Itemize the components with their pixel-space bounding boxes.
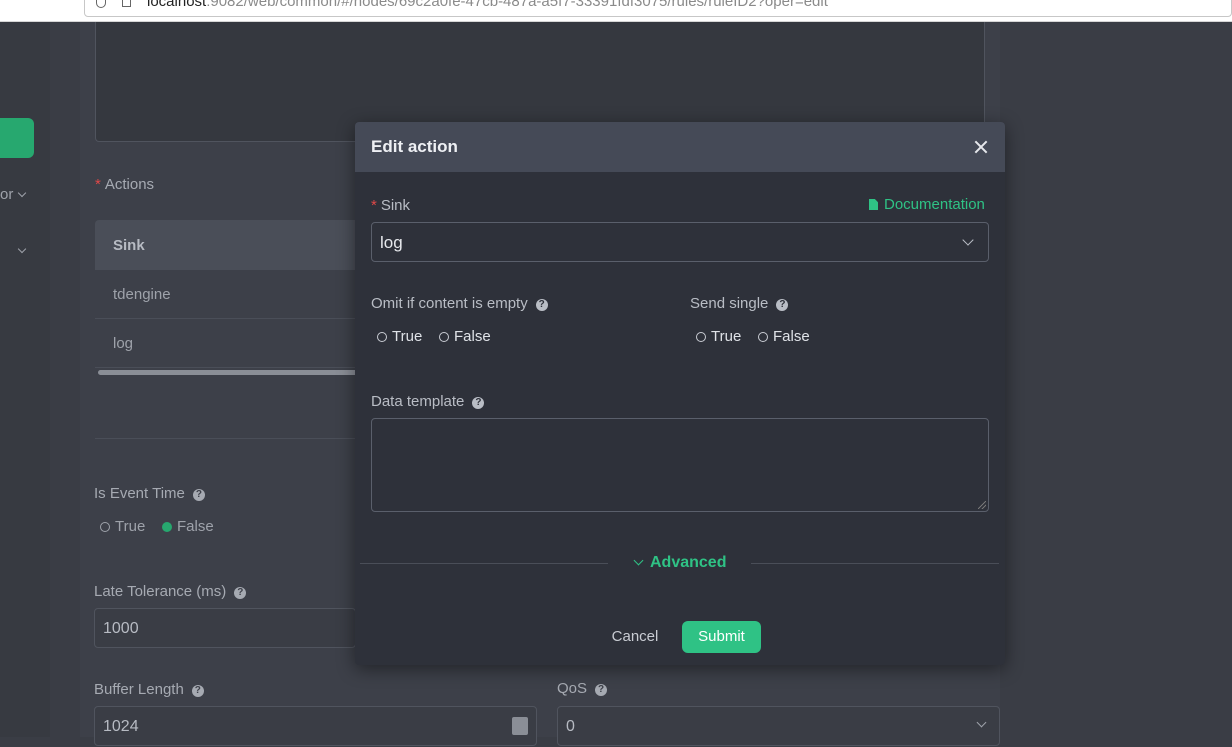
submit-button[interactable]: Submit (682, 621, 761, 653)
stepper-icon[interactable] (512, 717, 528, 735)
data-template-textarea[interactable] (371, 418, 989, 512)
help-icon[interactable]: ? (776, 299, 789, 311)
late-tolerance-label: Late Tolerance (ms)? (94, 583, 247, 600)
divider (95, 438, 355, 439)
buffer-length-label: Buffer Length? (94, 681, 204, 698)
event-time-true-radio[interactable]: True (100, 518, 145, 535)
help-icon[interactable]: ? (535, 299, 548, 311)
help-icon[interactable]: ? (472, 397, 485, 409)
chevron-down-icon (633, 555, 644, 566)
qos-label: QoS? (557, 680, 608, 697)
sink-label: * Sink (371, 197, 411, 214)
browser-url-bar[interactable]: localhost:9082/web/common/#/nodes/69c2a0… (0, 0, 1232, 22)
table-row[interactable]: log (95, 319, 365, 368)
cancel-button[interactable]: Cancel (603, 622, 667, 652)
buffer-length-input[interactable]: 1024 (94, 706, 537, 746)
data-template-label: Data template? (371, 393, 485, 410)
documentation-link[interactable]: Documentation (869, 196, 985, 213)
send-single-true-radio[interactable]: True (696, 328, 741, 345)
sidebar-item-label[interactable]: or (0, 186, 13, 203)
table-header-sink: Sink (95, 220, 365, 270)
qos-select[interactable]: 0 (557, 706, 1000, 746)
omit-if-empty-label: Omit if content is empty? (371, 295, 548, 312)
help-icon[interactable]: ? (595, 684, 608, 696)
close-icon[interactable] (972, 138, 990, 156)
table-row[interactable]: tdengine (95, 270, 365, 319)
radio-checked-icon[interactable] (162, 522, 172, 532)
actions-table: Sink tdengine log (95, 220, 365, 375)
sink-select-value: log (380, 233, 403, 252)
table-horizontal-scrollbar[interactable] (98, 370, 363, 375)
edit-action-dialog: Edit action * Sink Documentation log Omit… (355, 122, 1005, 665)
radio-icon[interactable] (439, 332, 449, 342)
sink-select[interactable]: log (371, 222, 989, 262)
url-text[interactable]: localhost:9082/web/common/#/nodes/69c2a0… (147, 0, 828, 10)
event-time-label: Is Event Time? (94, 485, 205, 502)
radio-icon[interactable] (377, 332, 387, 342)
sidebar-active-tab[interactable] (0, 118, 34, 158)
send-single-false-radio[interactable]: False (758, 328, 810, 345)
resize-grip-icon[interactable] (978, 501, 986, 509)
help-icon[interactable]: ? (234, 587, 247, 599)
send-single-label: Send single? (690, 295, 789, 312)
omit-false-radio[interactable]: False (439, 328, 491, 345)
omit-true-radio[interactable]: True (377, 328, 422, 345)
event-time-false-radio[interactable]: False (162, 518, 214, 535)
radio-icon[interactable] (758, 332, 768, 342)
actions-label: * Actions (95, 176, 155, 193)
dialog-header: Edit action (355, 122, 1005, 172)
document-icon (869, 199, 878, 210)
help-icon[interactable]: ? (191, 685, 204, 697)
dialog-title: Edit action (371, 137, 458, 156)
chevron-down-icon[interactable] (976, 717, 987, 728)
divider (751, 563, 999, 564)
help-icon[interactable]: ? (192, 489, 205, 501)
divider (360, 563, 608, 564)
chevron-down-icon[interactable] (962, 234, 974, 246)
page-icon (122, 0, 131, 7)
radio-icon[interactable] (100, 522, 110, 532)
late-tolerance-input[interactable]: 1000 (94, 608, 356, 648)
advanced-toggle[interactable]: Advanced (633, 554, 726, 572)
radio-icon[interactable] (696, 332, 706, 342)
